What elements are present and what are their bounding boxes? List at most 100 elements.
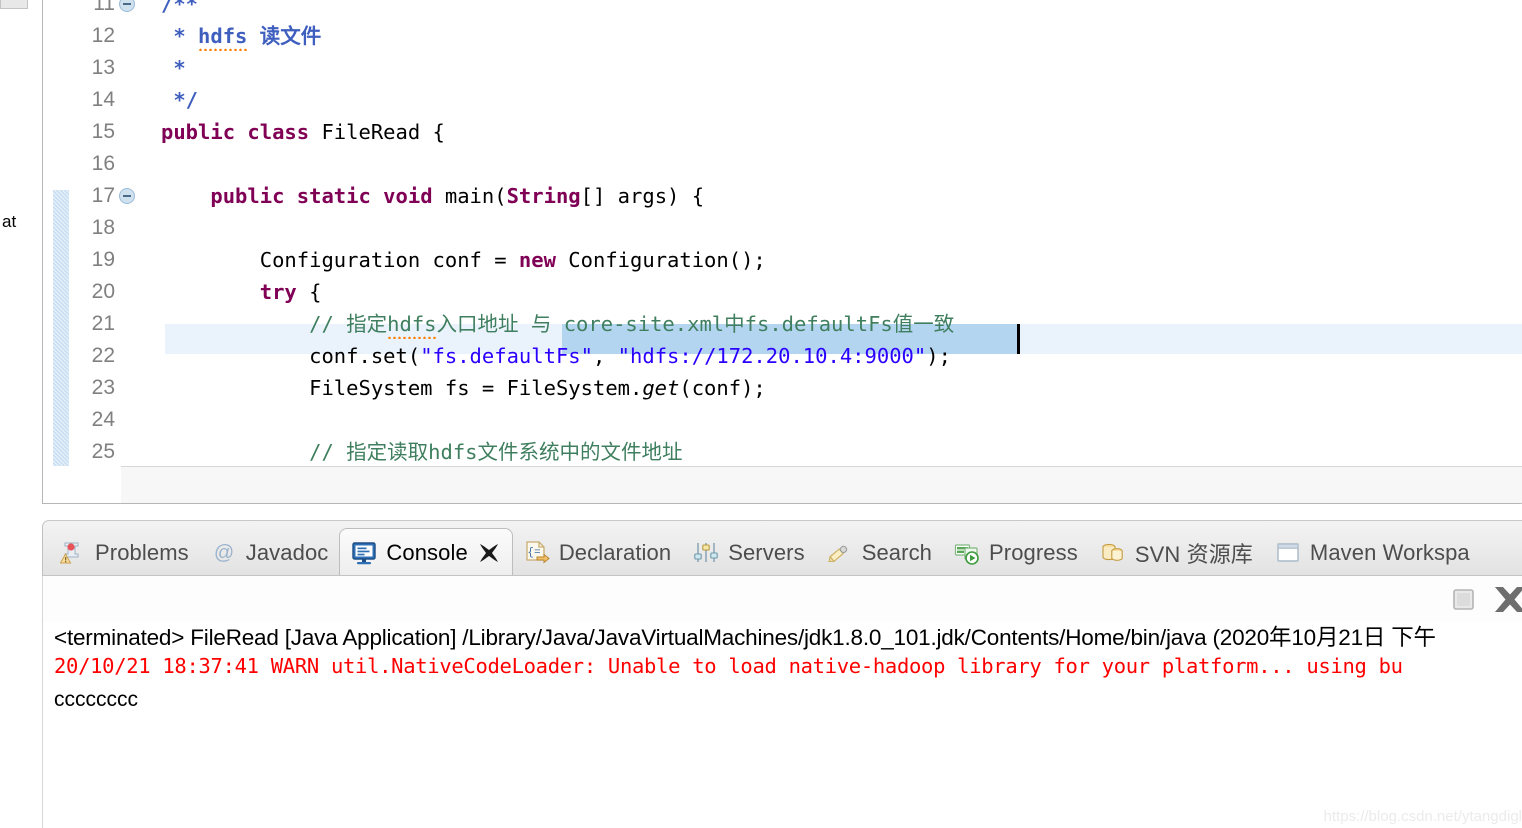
code-text[interactable]: * hdfs 读文件 bbox=[161, 20, 321, 52]
fold-collapse-icon[interactable] bbox=[119, 0, 135, 12]
code-text[interactable]: public static void main(String[] args) { bbox=[161, 180, 704, 212]
search-pencil-icon bbox=[827, 540, 853, 566]
line-number: 18 bbox=[91, 216, 115, 239]
spellcheck-word: hdfs bbox=[198, 20, 248, 52]
line-number: 16 bbox=[91, 152, 115, 175]
code-text[interactable]: try { bbox=[161, 276, 322, 308]
code-lines[interactable]: 11/** 12 * hdfs 读文件 13 * 14 */15 public clas… bbox=[43, 0, 1522, 492]
code-token: Configuration conf = bbox=[161, 248, 519, 272]
problems-icon bbox=[59, 540, 86, 566]
maven-window-icon bbox=[1275, 540, 1301, 566]
code-token: FileSystem fs = FileSystem. bbox=[161, 376, 643, 400]
editor-bottom-clip-strip bbox=[121, 466, 1522, 503]
eclipse-ide-window: at 11/** 12 * hdfs 读文件 13 * 14 */15 public c… bbox=[0, 0, 1522, 828]
tab-javadoc[interactable]: @ Javadoc bbox=[200, 530, 340, 576]
stop-square-icon bbox=[1453, 589, 1474, 610]
line-number: 14 bbox=[91, 88, 115, 111]
code-token: */ bbox=[161, 88, 199, 112]
servers-sliders-icon bbox=[693, 540, 719, 566]
tab-label: Javadoc bbox=[245, 539, 329, 565]
close-x-icon bbox=[1495, 587, 1522, 612]
tab-maven-workspa[interactable]: Maven Workspa bbox=[1264, 530, 1481, 576]
console-stdout-line: cccccccc bbox=[54, 688, 138, 711]
line-number: 12 bbox=[91, 24, 115, 47]
code-line[interactable]: 11 /** bbox=[43, 0, 1522, 20]
console-process-header: <terminated> FileRead [Java Application]… bbox=[54, 625, 1436, 650]
javadoc-at-icon: @ bbox=[211, 540, 237, 566]
svn-repo-icon bbox=[1100, 540, 1126, 566]
code-token: get bbox=[642, 376, 680, 400]
code-token: FileRead { bbox=[321, 120, 445, 144]
line-number: 19 bbox=[91, 248, 115, 271]
code-text[interactable]: conf.set("fs.defaultFs", "hdfs://172.20.… bbox=[161, 340, 951, 372]
java-editor-panel[interactable]: 11/** 12 * hdfs 读文件 13 * 14 */15 public clas… bbox=[42, 0, 1522, 504]
code-token: try bbox=[259, 280, 310, 304]
tab-declaration[interactable]: {= Declaration bbox=[513, 530, 682, 576]
code-line[interactable]: 19 Configuration conf = new Configuratio… bbox=[43, 244, 1522, 276]
code-token: * bbox=[161, 56, 186, 80]
progress-run-icon bbox=[954, 540, 980, 566]
code-token: , bbox=[592, 344, 618, 368]
code-line[interactable]: 15 public class FileRead { bbox=[43, 116, 1522, 148]
line-number: 21 bbox=[91, 312, 115, 335]
view-tabs: Problems @ Javadoc Console {= Declaration Serv… bbox=[49, 521, 1481, 577]
code-text[interactable]: // 指定hdfs入口地址 与 core-site.xml中fs.default… bbox=[161, 308, 954, 340]
code-text[interactable]: public class FileRead { bbox=[161, 116, 445, 148]
code-line[interactable]: 20 try { bbox=[43, 276, 1522, 308]
tab-search[interactable]: Search bbox=[816, 530, 943, 576]
code-text[interactable]: // 指定读取hdfs文件系统中的文件地址 bbox=[161, 436, 683, 468]
code-line[interactable]: 14 */ bbox=[43, 84, 1522, 116]
code-text[interactable]: */ bbox=[161, 84, 198, 116]
code-line[interactable]: 17 public static void main(String[] args… bbox=[43, 180, 1522, 212]
fold-collapse-icon[interactable] bbox=[119, 188, 135, 204]
code-token: main( bbox=[444, 184, 507, 208]
tab-label: Servers bbox=[728, 539, 805, 565]
tab-problems[interactable]: Problems bbox=[49, 530, 200, 576]
code-line[interactable]: 25 // 指定读取hdfs文件系统中的文件地址 bbox=[43, 436, 1522, 468]
code-token: public class bbox=[161, 120, 322, 144]
code-line[interactable]: 23 FileSystem fs = FileSystem.get(conf); bbox=[43, 372, 1522, 404]
line-number: 22 bbox=[91, 344, 115, 367]
code-token: "fs.defaultFs" bbox=[420, 344, 593, 368]
line-number: 13 bbox=[91, 56, 115, 79]
code-token: // 指定读取hdfs文件系统中的文件地址 bbox=[161, 440, 683, 464]
tab-label: Declaration bbox=[558, 539, 672, 565]
code-token: Configuration(); bbox=[568, 248, 766, 272]
console-output-area[interactable]: <terminated> FileRead [Java Application]… bbox=[42, 622, 1522, 828]
tab-svn[interactable]: SVN 资源库 bbox=[1089, 530, 1264, 576]
code-line[interactable]: 16 bbox=[43, 148, 1522, 180]
workbench-background: at bbox=[0, 0, 42, 828]
console-monitor-icon bbox=[351, 540, 377, 566]
code-token: 读文件 bbox=[247, 24, 322, 48]
console-toolbar bbox=[42, 576, 1522, 622]
code-line[interactable]: 13 * bbox=[43, 52, 1522, 84]
code-line[interactable]: 24 bbox=[43, 404, 1522, 436]
editor-content[interactable]: 11/** 12 * hdfs 读文件 13 * 14 */15 public clas… bbox=[43, 0, 1522, 503]
views-panel: Problems @ Javadoc Console {= Declaration Serv… bbox=[42, 520, 1522, 828]
code-line[interactable]: 18 bbox=[43, 212, 1522, 244]
code-token: // 指定 bbox=[161, 312, 388, 336]
editor-bottom-left-filler bbox=[43, 466, 121, 503]
tab-progress[interactable]: Progress bbox=[943, 530, 1089, 576]
view-tab-bar: Problems @ Javadoc Console {= Declaration Serv… bbox=[42, 520, 1522, 577]
tab-console[interactable]: Console bbox=[339, 528, 513, 577]
terminate-button[interactable] bbox=[1446, 582, 1480, 616]
watermark-text: https://blog.csdn.net/ytangdigl bbox=[1323, 808, 1522, 825]
line-number: 20 bbox=[91, 280, 115, 303]
code-token: new bbox=[518, 248, 569, 272]
code-text[interactable]: * bbox=[161, 52, 186, 84]
tab-servers[interactable]: Servers bbox=[682, 530, 816, 576]
code-text[interactable]: FileSystem fs = FileSystem.get(conf); bbox=[161, 372, 766, 404]
code-line[interactable]: 21 // 指定hdfs入口地址 与 core-site.xml中fs.defa… bbox=[43, 308, 1522, 340]
code-text[interactable]: /** bbox=[161, 0, 198, 20]
code-text[interactable]: Configuration conf = new Configuration()… bbox=[161, 244, 766, 276]
remove-launch-button[interactable] bbox=[1490, 582, 1522, 616]
code-token: "hdfs://172.20.10.4:9000" bbox=[617, 344, 927, 368]
code-token: public static void bbox=[210, 184, 445, 208]
close-icon[interactable] bbox=[477, 541, 501, 565]
code-line[interactable]: 22 conf.set("fs.defaultFs", "hdfs://172.… bbox=[43, 340, 1522, 372]
code-line[interactable]: 12 * hdfs 读文件 bbox=[43, 20, 1522, 52]
line-number: 15 bbox=[91, 120, 115, 143]
